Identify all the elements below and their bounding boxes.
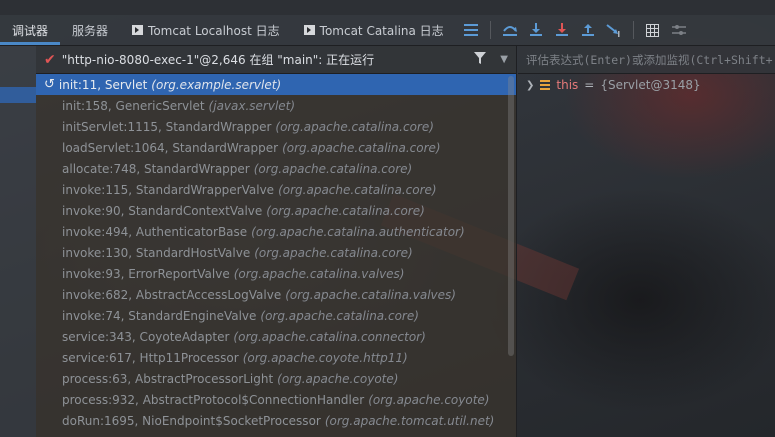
frame-package: (org.apache.catalina.core) — [282, 140, 441, 155]
frame-package: (org.apache.catalina.core) — [260, 308, 419, 323]
tab-label: 调试器 — [12, 23, 49, 38]
frame-row[interactable]: service:617, Http11Processor (org.apache.… — [36, 347, 516, 368]
frame-row[interactable]: invoke:682, AbstractAccessLogValve (org.a… — [36, 284, 516, 305]
separator — [632, 21, 634, 39]
separator — [489, 21, 491, 39]
frame-package: (org.apache.coyote) — [277, 371, 399, 386]
tab-label: 服务器 — [72, 23, 109, 38]
frame-method: invoke:682, AbstractAccessLogValve — [62, 287, 282, 302]
top-strip — [0, 0, 775, 15]
chevron-down-icon[interactable]: ▼ — [500, 54, 508, 65]
evaluate-expression-input[interactable]: 评估表达式(Enter)或添加监视(Ctrl+Shift+ — [518, 46, 775, 74]
terminal-icon — [303, 25, 315, 35]
frame-row[interactable]: ↺ init:11, Servlet (org.example.servlet) — [36, 74, 516, 95]
thread-selector[interactable]: ✔ "http-nio-8080-exec-1"@2,646 在组 "main"… — [36, 46, 516, 74]
frame-package: (org.apache.catalina.core) — [254, 245, 413, 260]
frame-row[interactable]: invoke:74, StandardEngineValve (org.apach… — [36, 305, 516, 326]
variable-row[interactable]: ❯ this = {Servlet@3148} — [518, 74, 775, 96]
frame-row[interactable]: process:63, AbstractProcessorLight (org.a… — [36, 368, 516, 389]
frame-row[interactable]: initServlet:1115, StandardWrapper (org.ap… — [36, 116, 516, 137]
frame-package: (org.apache.catalina.valves) — [233, 266, 405, 281]
frame-row[interactable]: init:158, GenericServlet (javax.servlet) — [36, 95, 516, 116]
force-step-into-icon[interactable] — [551, 19, 573, 41]
debug-toolbar: 调试器 服务器 Tomcat Localhost 日志 Tomcat Catal… — [0, 15, 775, 46]
frame-package: (org.apache.tomcat.util.net) — [324, 413, 495, 428]
return-icon: ↺ — [44, 77, 55, 92]
frame-row[interactable]: loadServlet:1064, StandardWrapper (org.ap… — [36, 137, 516, 158]
frame-package: (org.apache.coyote) — [368, 392, 490, 407]
frame-method: initServlet:1115, StandardWrapper — [62, 119, 272, 134]
variable-equals: = — [584, 78, 595, 92]
frame-method: invoke:494, AuthenticatorBase — [62, 224, 248, 239]
frame-method: allocate:748, StandardWrapper — [62, 161, 250, 176]
check-icon: ✔ — [44, 51, 56, 68]
frame-row[interactable]: service:343, CoyoteAdapter (org.apache.ca… — [36, 326, 516, 347]
frame-package: (org.apache.catalina.core) — [266, 203, 425, 218]
frame-row[interactable]: invoke:130, StandardHostValve (org.apache… — [36, 242, 516, 263]
frame-method: invoke:74, StandardEngineValve — [62, 308, 257, 323]
frame-row[interactable]: invoke:90, StandardContextValve (org.apac… — [36, 200, 516, 221]
settings-icon[interactable] — [668, 19, 690, 41]
frames-panel: ✔ "http-nio-8080-exec-1"@2,646 在组 "main"… — [36, 46, 517, 437]
field-icon — [540, 80, 551, 90]
frame-method: invoke:90, StandardContextValve — [62, 203, 263, 218]
terminal-icon — [132, 25, 144, 35]
watch-placeholder: 评估表达式(Enter)或添加监视(Ctrl+Shift+ — [526, 52, 773, 67]
left-gutter — [0, 46, 36, 437]
frame-method: process:932, AbstractProtocol$Connection… — [62, 392, 365, 407]
variable-value: {Servlet@3148} — [600, 78, 701, 92]
frame-package: (org.apache.catalina.core) — [275, 119, 434, 134]
tab-label: Tomcat Catalina 日志 — [319, 23, 444, 38]
frame-method: loadServlet:1064, StandardWrapper — [62, 140, 279, 155]
frame-row[interactable]: process:932, AbstractProtocol$Connection… — [36, 389, 516, 410]
frame-row[interactable]: invoke:115, StandardWrapperValve (org.apa… — [36, 179, 516, 200]
thread-label: "http-nio-8080-exec-1"@2,646 在组 "main": … — [61, 53, 375, 67]
variable-name: this — [556, 78, 579, 92]
step-out-icon[interactable] — [577, 19, 599, 41]
frame-method: init:158, GenericServlet — [62, 98, 205, 113]
frame-list: ↺ init:11, Servlet (org.example.servlet) in… — [36, 74, 516, 431]
chevron-right-icon[interactable]: ❯ — [526, 80, 534, 91]
frame-method: service:343, CoyoteAdapter — [62, 329, 230, 344]
frame-package: (org.apache.catalina.valves) — [285, 287, 456, 302]
frame-package: (org.apache.coyote.http11) — [242, 350, 408, 365]
frame-package: (org.apache.catalina.core) — [278, 182, 437, 197]
tab-debugger[interactable]: 调试器 — [0, 15, 61, 45]
step-into-icon[interactable] — [525, 19, 547, 41]
frame-row[interactable]: allocate:748, StandardWrapper (org.apache… — [36, 158, 516, 179]
tab-label: Tomcat Localhost 日志 — [148, 23, 280, 38]
frame-row[interactable]: doRun:1695, NioEndpoint$SocketProcessor(… — [36, 410, 516, 431]
frame-method: doRun:1695, NioEndpoint$SocketProcessor — [62, 413, 321, 428]
step-over-icon[interactable] — [499, 19, 521, 41]
tab-server[interactable]: 服务器 — [60, 15, 120, 45]
frame-package: (org.apache.catalina.authenticator) — [251, 224, 465, 239]
frame-method: invoke:93, ErrorReportValve — [62, 266, 230, 281]
frame-method: invoke:130, StandardHostValve — [62, 245, 251, 260]
frame-method: invoke:115, StandardWrapperValve — [62, 182, 275, 197]
watches-panel: 评估表达式(Enter)或添加监视(Ctrl+Shift+ ❯ this = {… — [518, 46, 775, 437]
run-to-cursor-icon[interactable] — [603, 19, 625, 41]
frame-method: service:617, Http11Processor — [62, 350, 239, 365]
frame-method: init:11, Servlet — [58, 77, 148, 92]
scrollbar[interactable] — [508, 76, 514, 356]
tab-tomcat-localhost-log[interactable]: Tomcat Localhost 日志 — [120, 15, 292, 45]
evaluate-table-icon[interactable] — [642, 19, 664, 41]
tab-tomcat-catalina-log[interactable]: Tomcat Catalina 日志 — [292, 15, 456, 45]
frame-package: (javax.servlet) — [208, 98, 296, 113]
frame-package: (org.apache.catalina.core) — [253, 161, 413, 176]
lines-icon[interactable] — [460, 19, 482, 41]
frame-row[interactable]: invoke:494, AuthenticatorBase (org.apache… — [36, 221, 516, 242]
filter-icon[interactable] — [474, 52, 487, 67]
frame-package: (org.example.servlet) — [151, 77, 282, 92]
frame-package: (org.apache.catalina.connector) — [233, 329, 426, 344]
frame-method: process:63, AbstractProcessorLight — [62, 371, 274, 386]
frame-row[interactable]: invoke:93, ErrorReportValve (org.apache.c… — [36, 263, 516, 284]
